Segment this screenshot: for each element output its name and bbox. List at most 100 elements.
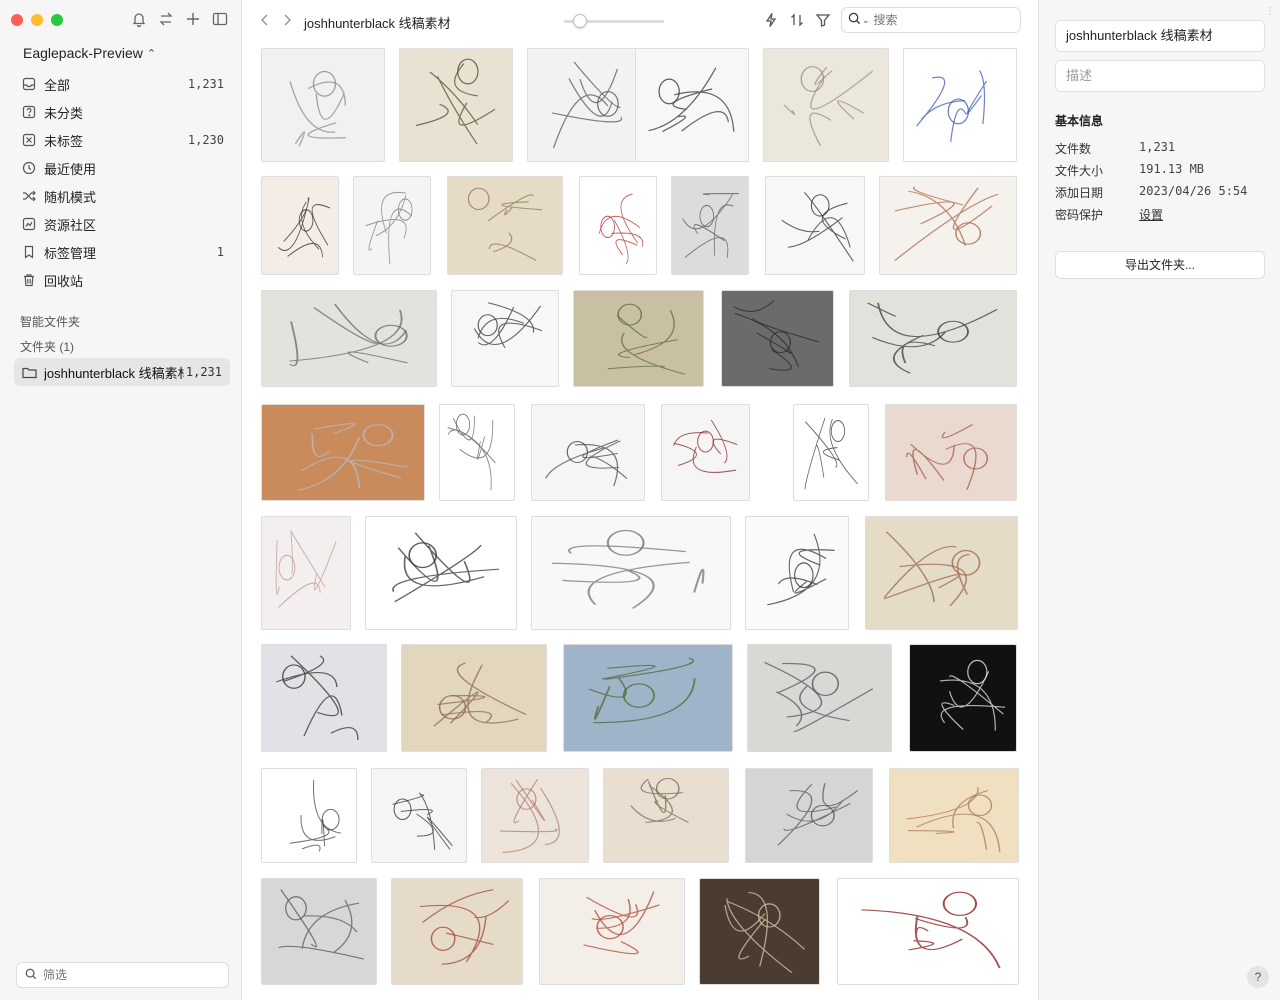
folders-label[interactable]: 文件夹 (1)	[20, 338, 74, 355]
help-button[interactable]: ?	[1247, 966, 1269, 988]
inbox-icon	[22, 77, 36, 91]
thumbnail-house-landscape[interactable]	[563, 644, 733, 752]
folder-item[interactable]: joshhunterblack 线稿素材 1,231	[14, 358, 230, 386]
thumbnail-man-with-shapes[interactable]	[793, 404, 869, 501]
thumbnail-dancer-poses[interactable]	[531, 516, 731, 630]
sidebar-toggle-icon[interactable]	[212, 11, 228, 27]
thumbnail-two-characters[interactable]	[765, 176, 865, 275]
thumbnail-character-heads-sheet[interactable]	[635, 48, 749, 162]
sidebar-item-label: 随机模式	[44, 189, 97, 205]
thumbnail-warm-figure-studies[interactable]	[889, 768, 1019, 863]
thumbnail-dolphin-drawing[interactable]	[671, 176, 749, 275]
thumbnail-crouching-figure[interactable]	[353, 176, 431, 275]
plus-icon[interactable]	[185, 11, 201, 27]
description-field[interactable]: 描述	[1055, 60, 1265, 92]
sidebar-item-1[interactable]: 未分类	[14, 98, 232, 126]
thumbnail-blonde-soldier[interactable]	[261, 176, 339, 275]
info-row: 密码保护 设置	[1055, 206, 1265, 223]
thumbnail-image	[392, 879, 522, 984]
thumbnail-image	[700, 879, 819, 984]
password-set-link[interactable]: 设置	[1139, 206, 1163, 223]
thumbnail-elderly-characters[interactable]	[879, 176, 1017, 275]
thumbnail-white-sports-car[interactable]	[261, 404, 425, 501]
smart-folders-label[interactable]: 智能文件夹	[20, 313, 80, 330]
thumbnail-face-sketch[interactable]	[527, 48, 643, 162]
thumbnail-sketchbook-heads[interactable]	[573, 290, 704, 387]
thumbnail-man-reading-sketch[interactable]	[539, 878, 685, 985]
thumbnail-dark-sketch-faces[interactable]	[721, 290, 834, 387]
sidebar-item-label: 未分类	[44, 105, 84, 121]
thumbnail-running-figure-sketch[interactable]	[261, 48, 385, 162]
thumbnail-image	[748, 645, 891, 751]
thumbnail-image	[574, 291, 703, 386]
thumbnail-image	[366, 517, 516, 629]
thumbnail-image	[440, 405, 514, 500]
thumbnail-figure-gesture-page[interactable]	[865, 516, 1018, 630]
close-window-button[interactable]	[11, 14, 23, 26]
thumbnail-image	[482, 769, 588, 862]
thumbnail-horse-studies[interactable]	[481, 768, 589, 863]
minimize-window-button[interactable]	[31, 14, 43, 26]
thumbnail-woman-with-guns[interactable]	[261, 644, 387, 752]
sidebar-item-2[interactable]: 未标签 1,230	[14, 126, 232, 154]
maximize-window-button[interactable]	[51, 14, 63, 26]
thumbnail-portrait-studies-red[interactable]	[391, 878, 523, 985]
bell-icon[interactable]	[131, 11, 147, 27]
thumbnail-image	[372, 769, 466, 862]
thumbnail-heads-study-beige[interactable]	[401, 644, 547, 752]
thumbnail-action-poses[interactable]	[745, 516, 849, 630]
export-folder-button[interactable]: 导出文件夹...	[1055, 251, 1265, 279]
sidebar-item-label: 资源社区	[44, 217, 97, 233]
thumbnail-image	[722, 291, 833, 386]
library-switcher[interactable]: Eaglepack-Preview ⌃	[23, 45, 156, 61]
trash-icon	[22, 273, 36, 287]
thumbnail-woman-with-sword[interactable]	[661, 404, 750, 501]
thumbnail-figure-studies-beige[interactable]	[447, 176, 563, 275]
community-icon	[22, 217, 36, 231]
thumbnail-image	[564, 645, 732, 751]
basic-info-heading: 基本信息	[1055, 114, 1104, 128]
thumbnail-image	[746, 769, 872, 862]
shuffle-icon	[22, 189, 36, 203]
thumbnail-wizard-character[interactable]	[903, 48, 1017, 162]
thumbnail-image	[262, 645, 386, 751]
sidebar-item-label: 标签管理	[44, 245, 97, 261]
folder-name-field[interactable]: joshhunterblack 线稿素材	[1055, 20, 1265, 52]
sidebar-item-label: 最近使用	[44, 161, 97, 177]
thumbnail-anatomy-figure[interactable]	[909, 644, 1017, 752]
thumbnail-sketchbook-figures[interactable]	[747, 644, 892, 752]
thumbnail-hand-studies[interactable]	[261, 290, 437, 387]
thumbnail-image	[904, 49, 1016, 161]
thumbnail-jafar-character-sheet[interactable]	[837, 878, 1019, 985]
thumbnail-cartoon-tanks-soldiers[interactable]	[399, 48, 513, 162]
sidebar-item-7[interactable]: 回收站	[14, 266, 232, 294]
thumbnail-dark-sketchbook[interactable]	[699, 878, 820, 985]
thumbnail-red-coat-heroine[interactable]	[579, 176, 657, 275]
thumbnail-pose-studies[interactable]	[365, 516, 517, 630]
sidebar: Eaglepack-Preview ⌃ 全部 1,231 未分类未标签 1,230 最近…	[0, 0, 242, 1000]
thumbnail-image	[880, 177, 1016, 274]
thumbnail-head-rotation-studies[interactable]	[261, 878, 377, 985]
thumbnail-red-figure-studies[interactable]	[885, 404, 1017, 501]
sidebar-item-0[interactable]: 全部 1,231	[14, 70, 232, 98]
thumbnail-skull-faces-study[interactable]	[763, 48, 889, 162]
swap-icon[interactable]	[158, 11, 174, 27]
thumbnail-haunted-house-sketch[interactable]	[531, 404, 645, 501]
info-value: 2023/04/26 5:54	[1139, 184, 1248, 198]
sidebar-item-6[interactable]: 标签管理 1	[14, 238, 232, 266]
thumbnail-old-man-face[interactable]	[451, 290, 559, 387]
thumbnail-feet-studies[interactable]	[745, 768, 873, 863]
thumbnail-tiger-sketch[interactable]	[371, 768, 467, 863]
thumbnail-spider-studies[interactable]	[849, 290, 1017, 387]
thumbnail-face-construction[interactable]	[603, 768, 729, 863]
thumbnail-stormtrooper[interactable]	[439, 404, 515, 501]
thumbnail-robot-walker[interactable]	[261, 768, 357, 863]
thumbnail-image	[746, 517, 848, 629]
sidebar-item-3[interactable]: 最近使用	[14, 154, 232, 182]
sidebar-item-4[interactable]: 随机模式	[14, 182, 232, 210]
sidebar-item-5[interactable]: 资源社区	[14, 210, 232, 238]
filter-input[interactable]	[43, 968, 213, 982]
sidebar-item-count: 1,231	[187, 77, 224, 91]
thumbnail-notebook-man-sketch[interactable]	[261, 516, 351, 630]
window-controls	[11, 14, 63, 26]
